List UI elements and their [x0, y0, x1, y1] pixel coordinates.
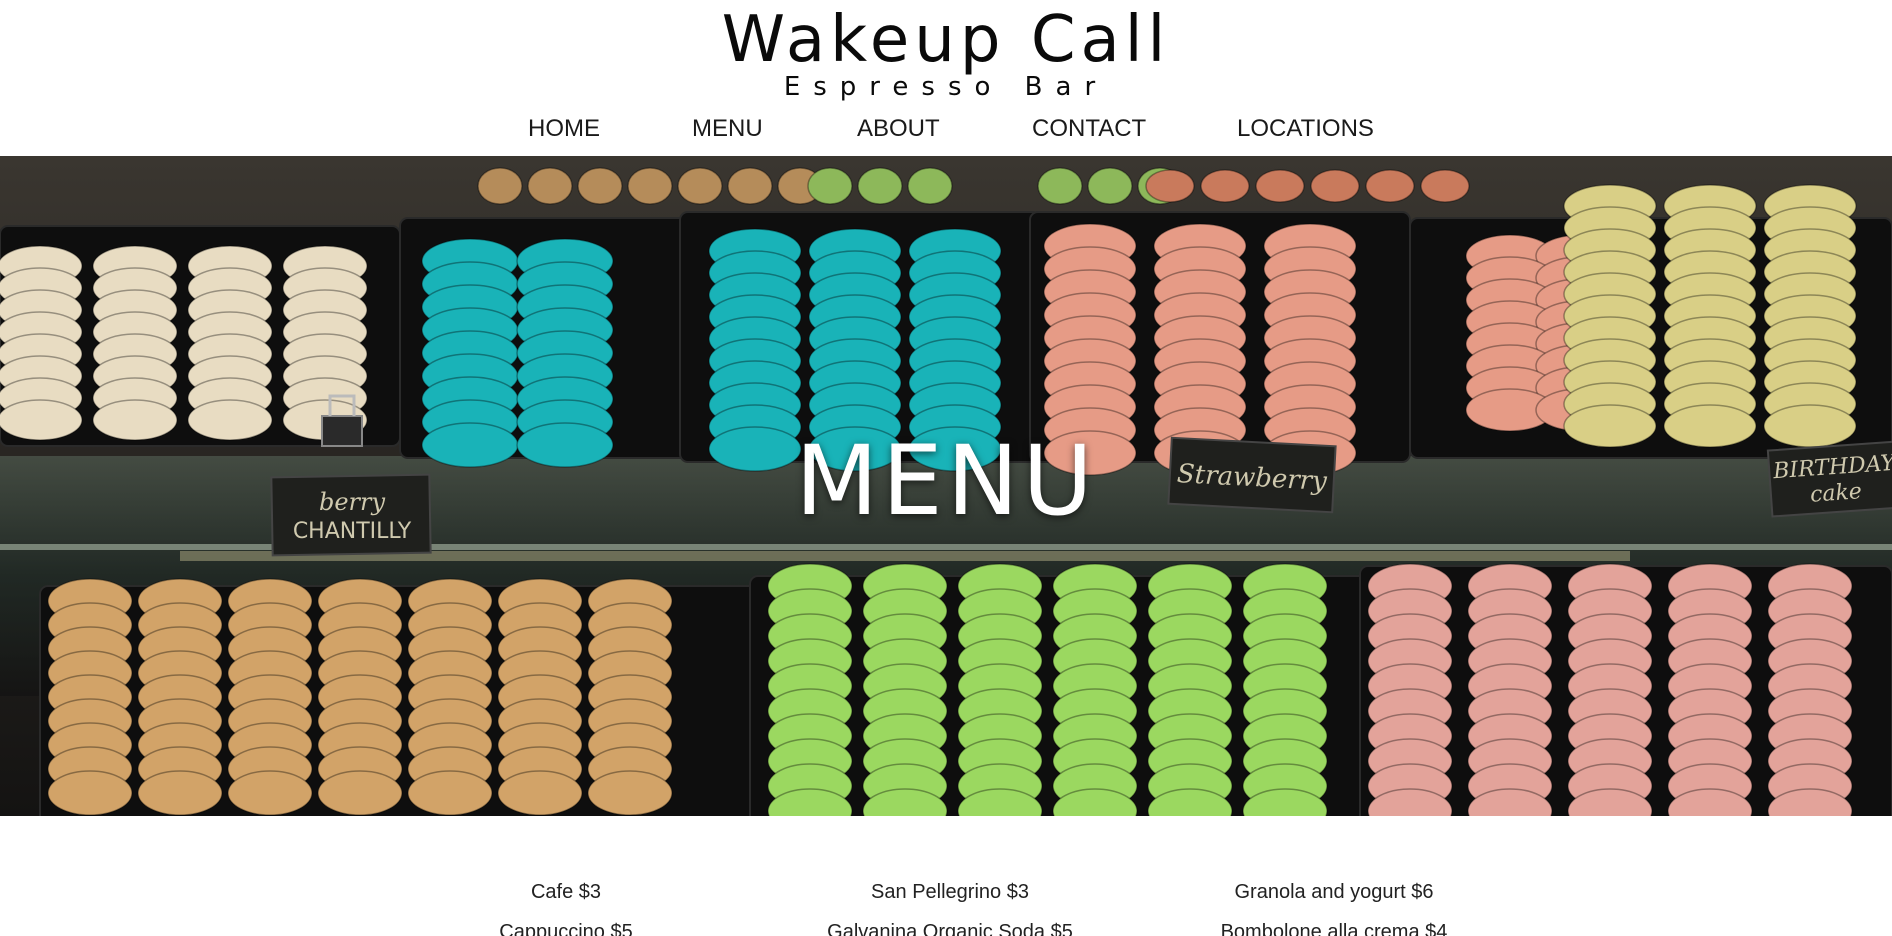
macaron — [137, 770, 223, 816]
macaron — [1420, 169, 1470, 203]
macaron — [1087, 167, 1133, 205]
site-header: Wakeup Call Espresso Bar HOME MENU ABOUT… — [0, 0, 1892, 156]
macaron — [1255, 169, 1305, 203]
menu-list: Cafe $3 Cappuccino $5 San Pellegrino $3 … — [0, 816, 1892, 936]
macaron — [577, 167, 623, 205]
brand-subtitle: Espresso Bar — [783, 72, 1109, 102]
macaron — [587, 770, 673, 816]
nav-about[interactable]: ABOUT — [857, 114, 940, 144]
macaron — [317, 770, 403, 816]
brand-title[interactable]: Wakeup Call — [0, 2, 1892, 78]
macaron — [527, 167, 573, 205]
nav-locations[interactable]: LOCATIONS — [1237, 114, 1374, 144]
macaron — [627, 167, 673, 205]
macaron — [497, 770, 583, 816]
macaron — [1145, 169, 1195, 203]
macaron — [407, 770, 493, 816]
macaron — [727, 167, 773, 205]
menu-column-beverages: San Pellegrino $3 Galvanina Organic Soda… — [740, 878, 1160, 936]
macaron — [907, 167, 953, 205]
menu-item: Bombolone alla crema $4 — [1220, 921, 1448, 936]
menu-item: Cafe $3 — [530, 881, 602, 903]
macaron — [857, 167, 903, 205]
menu-item: Galvanina Organic Soda $5 — [827, 921, 1073, 936]
menu-item: San Pellegrino $3 — [871, 881, 1029, 903]
macaron — [677, 167, 723, 205]
nav-home[interactable]: HOME — [528, 114, 600, 144]
menu-item: Granola and yogurt $6 — [1234, 881, 1434, 903]
hero-title: MENU — [795, 425, 1097, 537]
nav-menu[interactable]: MENU — [692, 114, 763, 144]
macaron — [1365, 169, 1415, 203]
macaron — [47, 770, 133, 816]
main-nav: HOME MENU ABOUT CONTACT LOCATIONS — [0, 114, 1892, 144]
macaron — [477, 167, 523, 205]
macaron — [1037, 167, 1083, 205]
menu-column-food: Granola and yogurt $6 Bombolone alla cre… — [1124, 878, 1544, 936]
macaron — [1310, 169, 1360, 203]
macaron — [807, 167, 853, 205]
hero-banner: berry CHANTILLY Strawberry BIRTHDAY cake… — [0, 156, 1892, 816]
menu-item: Cappuccino $5 — [499, 921, 633, 936]
nav-contact[interactable]: CONTACT — [1032, 114, 1146, 144]
menu-column-drinks: Cafe $3 Cappuccino $5 — [356, 878, 776, 936]
macaron — [1200, 169, 1250, 203]
macaron — [227, 770, 313, 816]
